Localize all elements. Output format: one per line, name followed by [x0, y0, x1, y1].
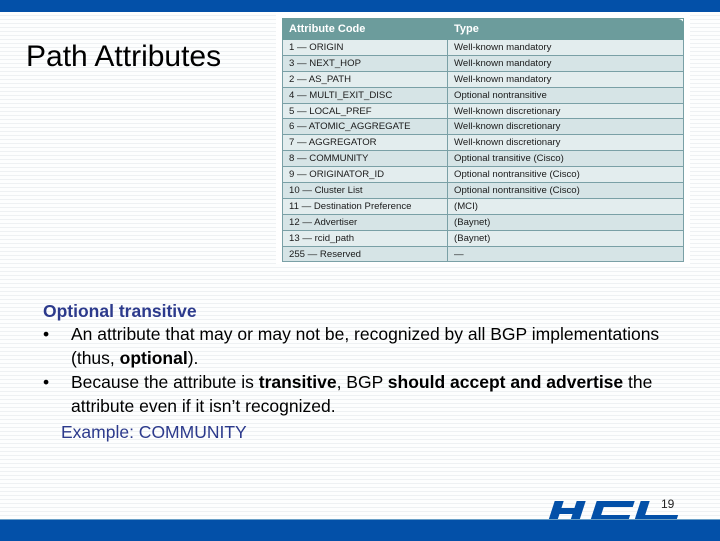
bullet-item: • Because the attribute is transitive, B…	[43, 370, 683, 418]
slide-title: Path Attributes	[26, 40, 222, 73]
header-type: Type	[447, 18, 684, 40]
bullet-bold-text: transitive	[258, 372, 337, 392]
attribute-table: Attribute Code Type 1 — ORIGIN Well-known…	[282, 18, 684, 263]
table-row: 13 — rcid_path (Baynet)	[282, 229, 684, 247]
slide-body: Optional transitive • An attribute that …	[43, 300, 683, 444]
attribute-type-cell: Well-known mandatory	[447, 54, 684, 72]
attribute-type-cell: (Baynet)	[447, 229, 684, 247]
attribute-code-cell: 255 — Reserved	[282, 245, 448, 263]
attribute-type-cell: (MCI)	[447, 197, 684, 215]
bullet-icon: •	[43, 372, 50, 392]
table-row: 12 — Advertiser (Baynet)	[282, 213, 684, 231]
table-header-row: Attribute Code Type	[282, 18, 684, 40]
attribute-type-cell: Well-known discretionary	[447, 118, 684, 136]
attribute-type-cell: Optional nontransitive (Cisco)	[447, 182, 684, 199]
attribute-table-figure: Attribute Code Type 1 — ORIGIN Well-known…	[276, 12, 690, 264]
bullet-bold-text: optional	[119, 348, 188, 368]
attribute-code-cell: 5 — LOCAL_PREF	[282, 102, 448, 120]
attribute-code-cell: 6 — ATOMIC_AGGREGATE	[282, 118, 448, 136]
attribute-type-cell: Optional nontransitive	[447, 86, 684, 104]
bullet-bold-text: should accept and advertise	[387, 372, 624, 392]
table-row: 2 — AS_PATH Well-known mandatory	[282, 70, 684, 88]
attribute-type-cell: Well-known mandatory	[447, 70, 684, 88]
attribute-code-cell: 9 — ORIGINATOR_ID	[282, 166, 448, 184]
example-text: Example: COMMUNITY	[61, 422, 247, 442]
bullet-item: • An attribute that may or may not be, r…	[43, 322, 683, 370]
table-row: 4 — MULTI_EXIT_DISC Optional nontransitiv…	[282, 86, 684, 104]
attribute-code-cell: 10 — Cluster List	[282, 182, 448, 199]
attribute-code-cell: 12 — Advertiser	[282, 213, 448, 231]
attribute-code-cell: 4 — MULTI_EXIT_DISC	[282, 86, 448, 104]
attribute-code-cell: 2 — AS_PATH	[282, 70, 448, 88]
top-banner	[0, 0, 720, 12]
table-row: 255 — Reserved —	[282, 245, 684, 263]
header-attribute-code: Attribute Code	[282, 18, 448, 40]
table-row: 6 — ATOMIC_AGGREGATE Well-known discretio…	[282, 118, 684, 136]
attribute-type-cell: Well-known discretionary	[447, 102, 684, 120]
attribute-code-cell: 11 — Destination Preference	[282, 197, 448, 215]
attribute-type-cell: Optional transitive (Cisco)	[447, 150, 684, 168]
table-row: 9 — ORIGINATOR_ID Optional nontransitive …	[282, 166, 684, 184]
attribute-type-cell: Well-known mandatory	[447, 39, 684, 56]
page-number: 19	[661, 497, 675, 511]
table-row: 8 — COMMUNITY Optional transitive (Cisco)	[282, 150, 684, 168]
table-row: 3 — NEXT_HOP Well-known mandatory	[282, 54, 684, 72]
subheading: Optional transitive	[43, 301, 197, 321]
attribute-type-cell: Well-known discretionary	[447, 134, 684, 152]
table-row: 11 — Destination Preference (MCI)	[282, 197, 684, 215]
attribute-code-cell: 7 — AGGREGATOR	[282, 134, 448, 152]
bullet-icon: •	[43, 324, 50, 344]
attribute-code-cell: 13 — rcid_path	[282, 229, 448, 247]
attribute-code-cell: 1 — ORIGIN	[282, 39, 448, 56]
attribute-type-cell: (Baynet)	[447, 213, 684, 231]
table-row: 1 — ORIGIN Well-known mandatory	[282, 39, 684, 56]
attribute-type-cell: —	[447, 245, 684, 263]
attribute-type-cell: Optional nontransitive (Cisco)	[447, 166, 684, 184]
bullet-text: Because the attribute is	[71, 372, 259, 392]
table-row: 10 — Cluster List Optional nontransitive …	[282, 182, 684, 199]
table-row: 5 — LOCAL_PREF Well-known discretionary	[282, 102, 684, 120]
attribute-code-cell: 8 — COMMUNITY	[282, 150, 448, 168]
bullet-text: ).	[187, 348, 199, 368]
attribute-code-cell: 3 — NEXT_HOP	[282, 54, 448, 72]
table-row: 7 — AGGREGATOR Well-known discretionary	[282, 134, 684, 152]
bullet-text: , BGP	[336, 372, 388, 392]
bottom-banner	[0, 519, 720, 541]
